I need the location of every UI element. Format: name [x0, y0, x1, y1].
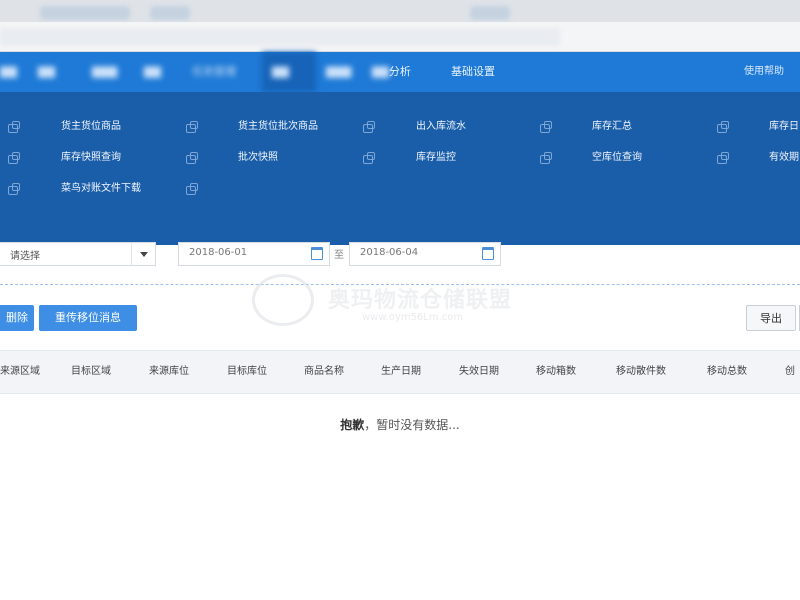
link-icon	[540, 121, 552, 133]
nav-item-inventory-active[interactable]: ▇▇	[262, 52, 316, 92]
link-icon	[717, 121, 729, 133]
menu-item-expiry[interactable]: 有效期	[769, 149, 799, 167]
watermark: 奥玛物流仓储联盟 www.oym56Lm.com	[252, 270, 552, 336]
column-header[interactable]: 来源库位	[149, 351, 189, 393]
nav-item-3[interactable]: ▇▇▇	[92, 52, 117, 92]
browser-tab[interactable]	[470, 6, 510, 20]
menu-item-cainiao-reconciliation-download[interactable]: 菜鸟对账文件下载	[61, 180, 141, 198]
date-range-separator: 至	[334, 250, 344, 261]
calendar-icon[interactable]	[311, 247, 323, 260]
link-icon	[8, 183, 20, 195]
address-bar[interactable]	[0, 28, 560, 46]
watermark-url: www.oym56Lm.com	[362, 312, 464, 323]
browser-tab[interactable]	[40, 6, 130, 20]
nav-item-2[interactable]: ▇▇	[38, 52, 55, 92]
column-header[interactable]: 生产日期	[381, 351, 421, 393]
export-button[interactable]: 导出	[746, 305, 796, 331]
link-icon	[363, 121, 375, 133]
watermark-brand: 奥玛物流仓储联盟	[328, 288, 513, 313]
column-header[interactable]: 移动箱数	[536, 351, 576, 393]
link-icon	[186, 183, 198, 195]
delete-button[interactable]: 删除	[0, 305, 34, 331]
menu-item-batch-snapshot[interactable]: 批次快照	[238, 149, 278, 167]
date-to-input[interactable]: 2018-06-04	[349, 242, 501, 266]
menu-item-inventory-snapshot[interactable]: 库存快照查询	[61, 149, 121, 167]
column-header[interactable]: 移动总数	[707, 351, 747, 393]
empty-state-strong: 抱歉	[340, 418, 365, 432]
column-header[interactable]: 目标区域	[71, 351, 111, 393]
link-icon	[540, 152, 552, 164]
date-to-value: 2018-06-04	[360, 247, 419, 258]
column-header[interactable]: 商品名称	[304, 351, 344, 393]
nav-item-4[interactable]: ▇▇	[144, 52, 161, 92]
column-header[interactable]: 目标库位	[227, 351, 267, 393]
resend-move-message-button[interactable]: 重传移位消息	[39, 305, 137, 331]
watermark-logo	[252, 274, 314, 326]
menu-item-owner-location-goods[interactable]: 货主货位商品	[61, 118, 121, 136]
browser-tab-bar	[0, 0, 800, 22]
date-from-value: 2018-06-01	[189, 247, 248, 258]
menu-item-owner-location-batch-goods[interactable]: 货主货位批次商品	[238, 118, 318, 136]
status-select[interactable]: 请选择	[0, 242, 156, 266]
link-icon	[717, 152, 729, 164]
menu-item-inout-flow[interactable]: 出入库流水	[416, 118, 466, 136]
nav-item-analysis[interactable]: ▇▇分析	[372, 52, 411, 92]
dropdown-menu: 货主货位商品 货主货位批次商品 出入库流水 库存汇总 库存日 库存快照查询 批次…	[0, 92, 800, 245]
calendar-icon[interactable]	[482, 247, 494, 260]
browser-address-area	[0, 22, 800, 52]
column-header[interactable]: 移动散件数	[616, 351, 666, 393]
nav-item-1[interactable]: ▇▇	[0, 52, 17, 92]
help-link[interactable]: 使用帮助	[744, 52, 784, 92]
chevron-down-icon[interactable]	[131, 243, 155, 265]
link-icon	[186, 121, 198, 133]
table-header: 来源区域 目标区域 来源库位 目标库位 商品名称 生产日期 失效日期 移动箱数 …	[0, 350, 800, 394]
menu-item-empty-location-query[interactable]: 空库位查询	[592, 149, 642, 167]
empty-state-message: 抱歉，暂时没有数据...	[0, 416, 800, 433]
select-value: 请选择	[10, 251, 40, 262]
link-icon	[363, 152, 375, 164]
menu-item-inventory-monitor[interactable]: 库存监控	[416, 149, 456, 167]
link-icon	[8, 152, 20, 164]
link-icon	[8, 121, 20, 133]
link-icon	[186, 152, 198, 164]
column-header[interactable]: 失效日期	[459, 351, 499, 393]
menu-item-inventory-summary[interactable]: 库存汇总	[592, 118, 632, 136]
nav-item-7[interactable]: ▇▇▇	[326, 52, 351, 92]
browser-tab[interactable]	[150, 6, 190, 20]
nav-item-task-management[interactable]: 任务管理	[192, 52, 236, 92]
menu-item-inventory-daily[interactable]: 库存日	[769, 118, 799, 136]
nav-item-basic-settings[interactable]: 基础设置	[451, 52, 495, 92]
top-navigation: ▇▇ ▇▇ ▇▇▇ ▇▇ 任务管理 ▇▇ ▇▇▇ ▇▇分析 基础设置 使用帮助	[0, 52, 800, 92]
column-header[interactable]: 创	[785, 351, 795, 393]
date-from-input[interactable]: 2018-06-01	[178, 242, 330, 266]
nav-item-analysis-label: 分析	[388, 65, 411, 78]
column-header[interactable]: 来源区域	[0, 351, 40, 393]
empty-state-text: ，暂时没有数据...	[364, 418, 460, 432]
